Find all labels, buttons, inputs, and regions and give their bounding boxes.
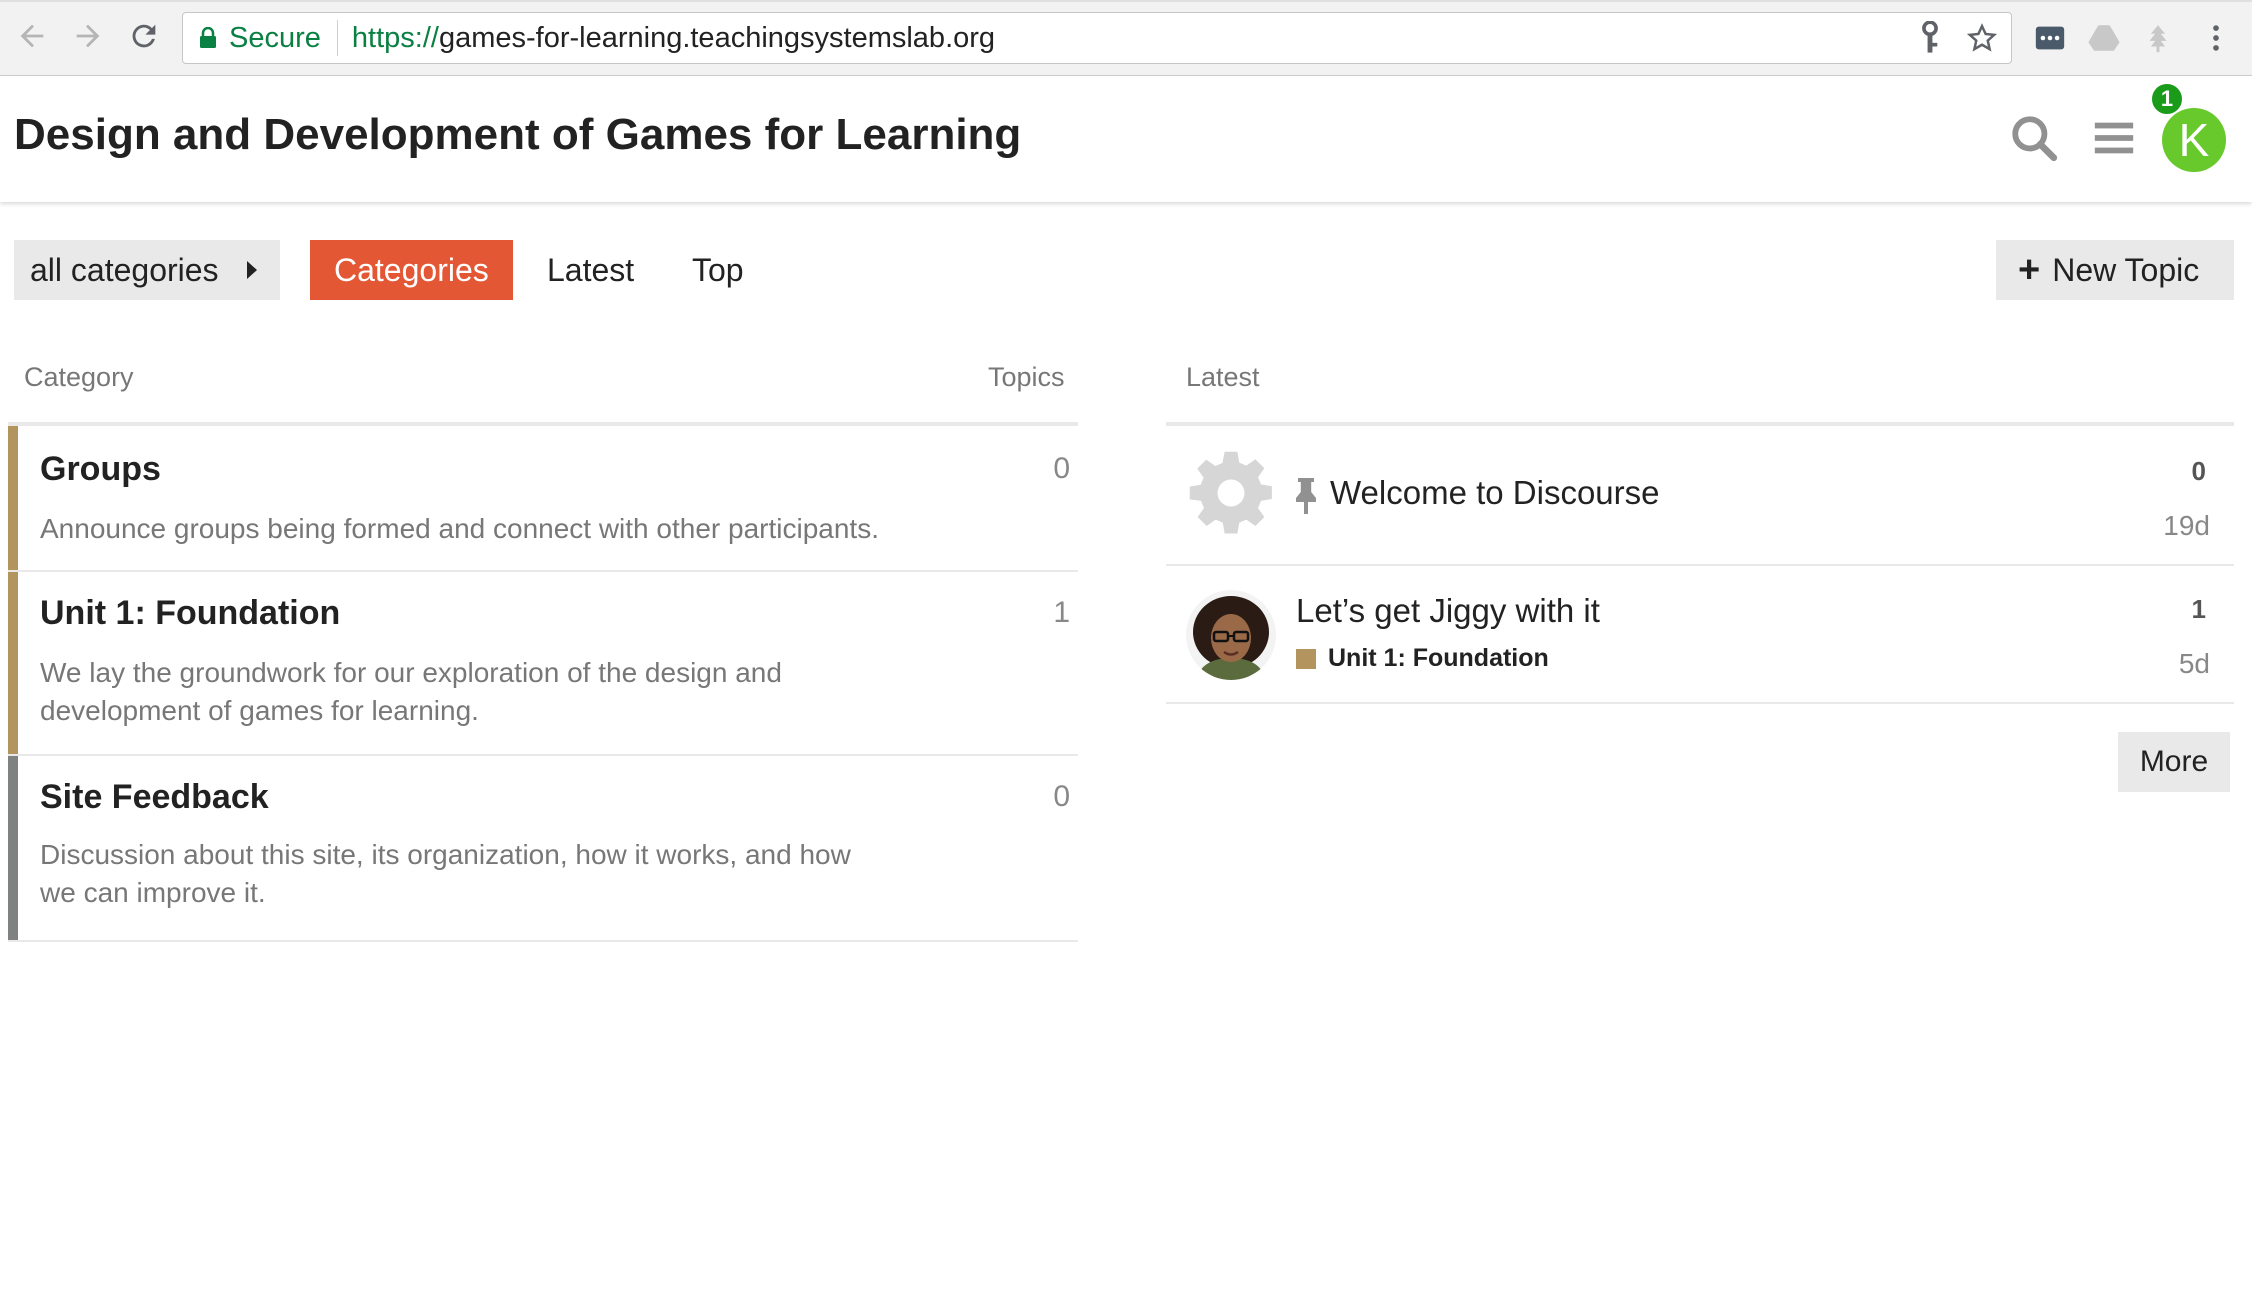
back-button[interactable] [12, 16, 52, 56]
new-topic-label: New Topic [2052, 251, 2200, 288]
hamburger-icon [2094, 122, 2134, 154]
notification-badge[interactable]: 1 [2150, 82, 2184, 116]
nav-pills: all categories Categories Latest Top + N… [0, 240, 2252, 302]
category-topic-count: 1 [1053, 596, 1070, 629]
category-color-bar [8, 756, 18, 940]
back-arrow-icon [20, 24, 44, 48]
category-badge[interactable]: Unit 1: Foundation [1296, 644, 1549, 673]
caret-right-icon [246, 261, 257, 279]
user-avatar[interactable]: K [2162, 108, 2226, 172]
lock-icon [200, 27, 216, 48]
system-avatar [1186, 448, 1276, 538]
plus-icon: + [2018, 249, 2041, 291]
latest-topics-list: Welcome to Discourse 0 19d Let’s get Jig… [1166, 422, 2234, 704]
drive-icon [2088, 25, 2120, 51]
reload-button[interactable] [124, 16, 164, 56]
topic-age[interactable]: 19d [2163, 510, 2210, 542]
category-dropdown[interactable]: all categories [14, 240, 280, 300]
category-color-bar [8, 426, 18, 570]
topic-row[interactable]: Welcome to Discourse 0 19d [1166, 426, 2234, 566]
category-name[interactable]: Site Feedback [40, 778, 269, 817]
extension-button[interactable] [2030, 18, 2070, 58]
category-badge-label: Unit 1: Foundation [1328, 644, 1549, 672]
category-column-header: Category [24, 362, 134, 392]
search-button[interactable] [2004, 108, 2064, 168]
site-header: Design and Development of Games for Lear… [0, 76, 2252, 202]
star-icon[interactable] [1967, 21, 1997, 55]
pin-icon [1296, 478, 1316, 514]
categories-table: Groups Announce groups being formed and … [8, 422, 1078, 942]
new-topic-button[interactable]: + New Topic [1996, 240, 2234, 300]
topic-reply-count: 0 [2191, 456, 2206, 486]
tab-categories[interactable]: Categories [310, 240, 513, 300]
forward-arrow-icon [76, 24, 100, 48]
more-button[interactable]: More [2118, 732, 2230, 792]
hamburger-menu-button[interactable] [2084, 108, 2144, 168]
browser-menu-button[interactable] [2196, 18, 2236, 58]
extension-tree-icon [2149, 25, 2167, 53]
category-description: Discussion about this site, its organiza… [40, 839, 851, 908]
tab-strip-edge [0, 0, 2252, 2]
search-icon [2012, 116, 2058, 162]
gear-icon [1189, 451, 1272, 534]
category-dropdown-label: all categories [30, 251, 219, 288]
extension-button-2[interactable] [2138, 18, 2178, 58]
topic-title[interactable]: Let’s get Jiggy with it [1296, 592, 1600, 630]
topic-title[interactable]: Welcome to Discourse [1330, 474, 1660, 512]
site-title[interactable]: Design and Development of Games for Lear… [14, 110, 1021, 160]
category-name[interactable]: Unit 1: Foundation [40, 594, 340, 633]
extension-dots-icon [2035, 26, 2065, 50]
kebab-menu-icon [2213, 25, 2219, 51]
drive-extension-button[interactable] [2084, 18, 2124, 58]
browser-toolbar: Secure https://games-for-learning.teachi… [0, 0, 2252, 76]
omnibox-separator [336, 20, 338, 56]
topic-row[interactable]: Let’s get Jiggy with it Unit 1: Foundati… [1166, 566, 2234, 704]
latest-column-header: Latest [1186, 362, 1260, 392]
category-topic-count: 0 [1053, 452, 1070, 485]
user-avatar[interactable] [1186, 590, 1276, 680]
tab-latest[interactable]: Latest [523, 240, 658, 300]
url-scheme: https:// [351, 21, 439, 54]
category-topic-count: 0 [1053, 780, 1070, 813]
address-bar[interactable]: Secure https://games-for-learning.teachi… [182, 12, 2012, 64]
topic-reply-count: 1 [2191, 594, 2206, 624]
key-icon[interactable] [1915, 21, 1945, 55]
category-name[interactable]: Groups [40, 450, 161, 489]
category-description: We lay the groundwork for our exploratio… [40, 657, 782, 726]
secure-label: Secure [229, 21, 321, 54]
category-color-bar [8, 572, 18, 754]
category-description: Announce groups being formed and connect… [40, 513, 879, 544]
tab-top[interactable]: Top [668, 240, 768, 300]
category-color-square [1296, 648, 1316, 669]
forward-button[interactable] [68, 16, 108, 56]
topics-column-header: Topics [988, 362, 1065, 392]
user-avatar-image [1186, 590, 1276, 680]
url-host: games-for-learning.teachingsystemslab.or… [438, 21, 996, 54]
category-row-site-feedback[interactable]: Site Feedback Discussion about this site… [8, 756, 1078, 942]
reload-icon [132, 24, 156, 48]
category-row-unit-1[interactable]: Unit 1: Foundation We lay the groundwork… [8, 572, 1078, 756]
category-row-groups[interactable]: Groups Announce groups being formed and … [8, 426, 1078, 572]
topic-age[interactable]: 5d [2179, 648, 2210, 680]
